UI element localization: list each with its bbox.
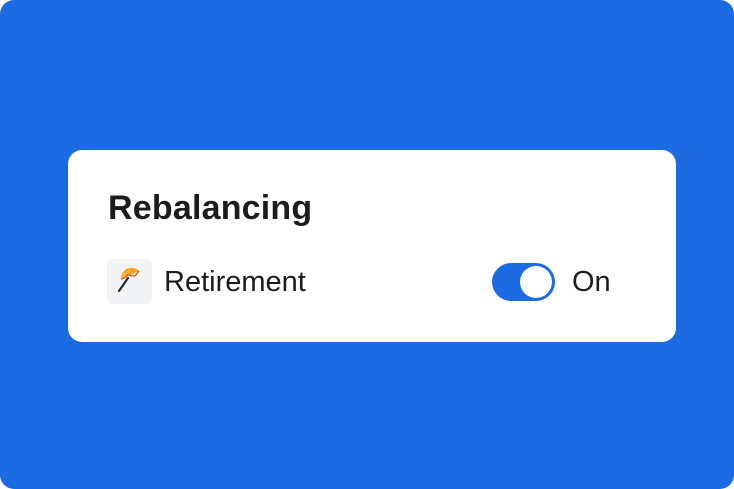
background-panel: Rebalancing Retirement On xyxy=(0,0,734,489)
card-title: Rebalancing xyxy=(108,189,313,227)
rebalancing-card: Rebalancing Retirement On xyxy=(68,150,676,342)
account-row: Retirement On xyxy=(107,258,627,304)
rebalancing-toggle[interactable] xyxy=(492,263,555,301)
account-label: Retirement xyxy=(164,266,306,298)
toggle-knob xyxy=(520,266,552,298)
umbrella-icon xyxy=(118,267,140,292)
toggle-state-label: On xyxy=(572,266,611,298)
account-icon-tile xyxy=(107,259,152,304)
